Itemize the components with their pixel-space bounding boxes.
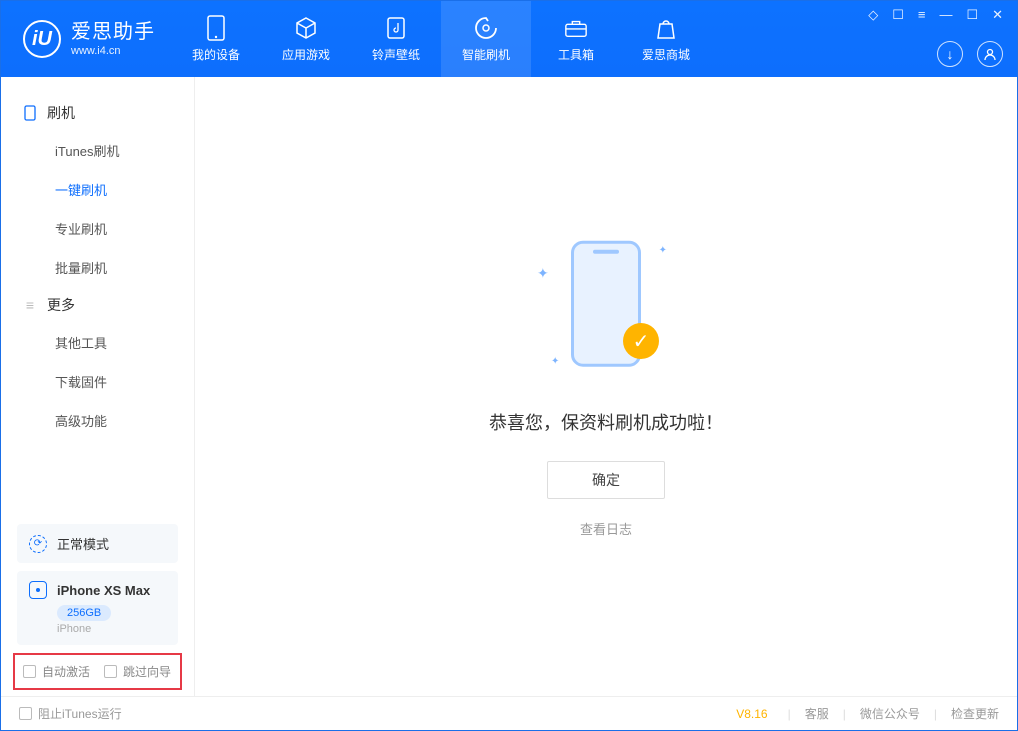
sidebar: 刷机 iTunes刷机 一键刷机 专业刷机 批量刷机 ≡ 更多 其他工具 下载固… bbox=[1, 77, 195, 696]
footer: 阻止iTunes运行 V8.16 | 客服 | 微信公众号 | 检查更新 bbox=[1, 696, 1017, 730]
user-controls: ↓ bbox=[868, 41, 1003, 67]
sparkle-icon: ✦ bbox=[659, 245, 667, 256]
footer-link-wechat[interactable]: 微信公众号 bbox=[860, 705, 920, 722]
nav-ringtones-wallpapers[interactable]: 铃声壁纸 bbox=[351, 1, 441, 77]
maximize-icon[interactable]: ☐ bbox=[966, 7, 978, 23]
nav-smart-flash[interactable]: 智能刷机 bbox=[441, 1, 531, 77]
status-mode-card[interactable]: ⟳ 正常模式 bbox=[17, 524, 178, 563]
body: 刷机 iTunes刷机 一键刷机 专业刷机 批量刷机 ≡ 更多 其他工具 下载固… bbox=[1, 77, 1017, 696]
nav-store[interactable]: 爱思商城 bbox=[621, 1, 711, 77]
footer-link-service[interactable]: 客服 bbox=[805, 705, 829, 722]
brand-subtitle: www.i4.cn bbox=[71, 45, 155, 57]
header: iU 爱思助手 www.i4.cn 我的设备 应用游戏 铃声壁纸 智能刷机 bbox=[1, 1, 1017, 77]
sidebar-item-batch-flash[interactable]: 批量刷机 bbox=[1, 248, 194, 287]
checkbox-auto-activate[interactable]: 自动激活 bbox=[23, 663, 90, 680]
highlighted-checkbox-row: 自动激活 跳过向导 bbox=[13, 653, 182, 690]
checkbox-icon bbox=[23, 665, 36, 678]
menu-icon[interactable]: ≡ bbox=[918, 7, 926, 23]
sidebar-item-oneclick-flash[interactable]: 一键刷机 bbox=[1, 170, 194, 209]
success-message: 恭喜您，保资料刷机成功啦！ bbox=[489, 409, 723, 435]
footer-links: V8.16 | 客服 | 微信公众号 | 检查更新 bbox=[736, 705, 999, 722]
refresh-icon bbox=[474, 16, 498, 40]
ok-button[interactable]: 确定 bbox=[547, 461, 665, 499]
close-icon[interactable]: ✕ bbox=[992, 7, 1003, 23]
checkbox-skip-guide[interactable]: 跳过向导 bbox=[104, 663, 171, 680]
feedback-icon[interactable]: ☐ bbox=[892, 7, 904, 23]
sidebar-item-pro-flash[interactable]: 专业刷机 bbox=[1, 209, 194, 248]
app-window: iU 爱思助手 www.i4.cn 我的设备 应用游戏 铃声壁纸 智能刷机 bbox=[0, 0, 1018, 731]
device-name: iPhone XS Max bbox=[57, 583, 150, 598]
sparkle-icon: ✦ bbox=[551, 356, 559, 367]
sidebar-item-other-tools[interactable]: 其他工具 bbox=[1, 323, 194, 362]
checkmark-icon: ✓ bbox=[623, 323, 659, 359]
cube-icon bbox=[294, 16, 318, 40]
device-card-icon bbox=[29, 581, 47, 599]
sidebar-section-more: ≡ 更多 bbox=[1, 287, 194, 323]
main-content: ✦ ✦ ✦ ✓ 恭喜您，保资料刷机成功啦！ 确定 查看日志 bbox=[195, 77, 1017, 696]
nav-my-device[interactable]: 我的设备 bbox=[171, 1, 261, 77]
version-label: V8.16 bbox=[736, 707, 767, 721]
device-card[interactable]: iPhone XS Max 256GB iPhone bbox=[17, 571, 178, 645]
hamburger-icon: ≡ bbox=[23, 298, 37, 312]
device-type: iPhone bbox=[57, 623, 166, 635]
user-icon[interactable] bbox=[977, 41, 1003, 67]
device-icon bbox=[204, 16, 228, 40]
sparkle-icon: ✦ bbox=[537, 265, 549, 282]
view-log-link[interactable]: 查看日志 bbox=[580, 519, 632, 538]
top-nav: 我的设备 应用游戏 铃声壁纸 智能刷机 工具箱 爱思商城 bbox=[171, 1, 711, 77]
phone-outline-icon bbox=[23, 106, 37, 120]
download-icon[interactable]: ↓ bbox=[937, 41, 963, 67]
sidebar-item-itunes-flash[interactable]: iTunes刷机 bbox=[1, 131, 194, 170]
device-storage-badge: 256GB bbox=[57, 605, 111, 621]
sidebar-section-flash: 刷机 bbox=[1, 95, 194, 131]
skin-icon[interactable]: ◇ bbox=[868, 7, 878, 23]
status-mode-label: 正常模式 bbox=[57, 534, 109, 553]
window-controls: ◇ ☐ ≡ — ☐ ✕ bbox=[868, 7, 1003, 23]
sidebar-item-download-firmware[interactable]: 下载固件 bbox=[1, 362, 194, 401]
checkbox-block-itunes[interactable]: 阻止iTunes运行 bbox=[19, 705, 122, 722]
nav-toolbox[interactable]: 工具箱 bbox=[531, 1, 621, 77]
brand-title: 爱思助手 bbox=[71, 21, 155, 43]
music-icon bbox=[384, 16, 408, 40]
store-icon bbox=[654, 16, 678, 40]
mode-icon: ⟳ bbox=[29, 535, 47, 553]
nav-apps-games[interactable]: 应用游戏 bbox=[261, 1, 351, 77]
toolbox-icon bbox=[564, 16, 588, 40]
footer-link-update[interactable]: 检查更新 bbox=[951, 705, 999, 722]
success-illustration: ✦ ✦ ✦ ✓ bbox=[531, 235, 681, 385]
checkbox-icon bbox=[104, 665, 117, 678]
checkbox-icon bbox=[19, 707, 32, 720]
brand[interactable]: iU 爱思助手 www.i4.cn bbox=[1, 1, 171, 77]
brand-logo-icon: iU bbox=[23, 20, 61, 58]
minimize-icon[interactable]: — bbox=[939, 7, 952, 23]
header-right: ◇ ☐ ≡ — ☐ ✕ ↓ bbox=[868, 1, 1017, 77]
sidebar-item-advanced[interactable]: 高级功能 bbox=[1, 401, 194, 440]
